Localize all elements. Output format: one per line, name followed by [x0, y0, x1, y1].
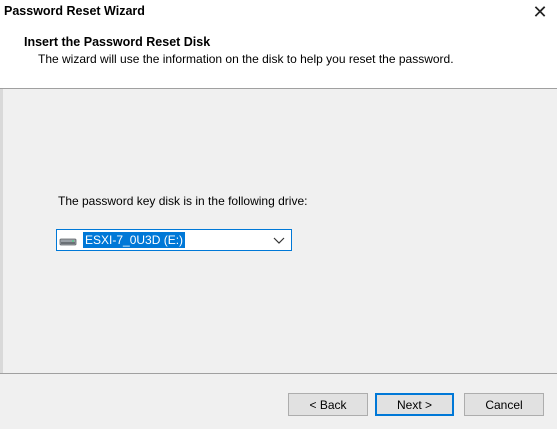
wizard-header: Insert the Password Reset Disk The wizar…: [0, 24, 557, 89]
drive-select-text: ESXI-7_0U3D (E:): [83, 232, 186, 248]
close-button[interactable]: ✕: [523, 0, 557, 24]
drive-select[interactable]: ESXI-7_0U3D (E:): [56, 229, 292, 251]
cancel-button[interactable]: Cancel: [464, 393, 544, 416]
title-bar: Password Reset Wizard ✕: [0, 0, 557, 24]
close-icon: ✕: [532, 1, 548, 22]
drive-prompt-label: The password key disk is in the followin…: [58, 194, 308, 208]
page-subtitle: The wizard will use the information on t…: [38, 52, 454, 66]
wizard-footer: < Back Next > Cancel: [0, 373, 557, 429]
next-button[interactable]: Next >: [375, 393, 454, 416]
drive-icon: [59, 232, 77, 248]
back-button[interactable]: < Back: [288, 393, 368, 416]
window-title: Password Reset Wizard: [4, 4, 145, 18]
drive-select-value: ESXI-7_0U3D (E:): [59, 232, 186, 248]
chevron-down-icon[interactable]: [273, 233, 285, 247]
panel-edge: [0, 89, 3, 373]
page-title: Insert the Password Reset Disk: [24, 35, 211, 49]
